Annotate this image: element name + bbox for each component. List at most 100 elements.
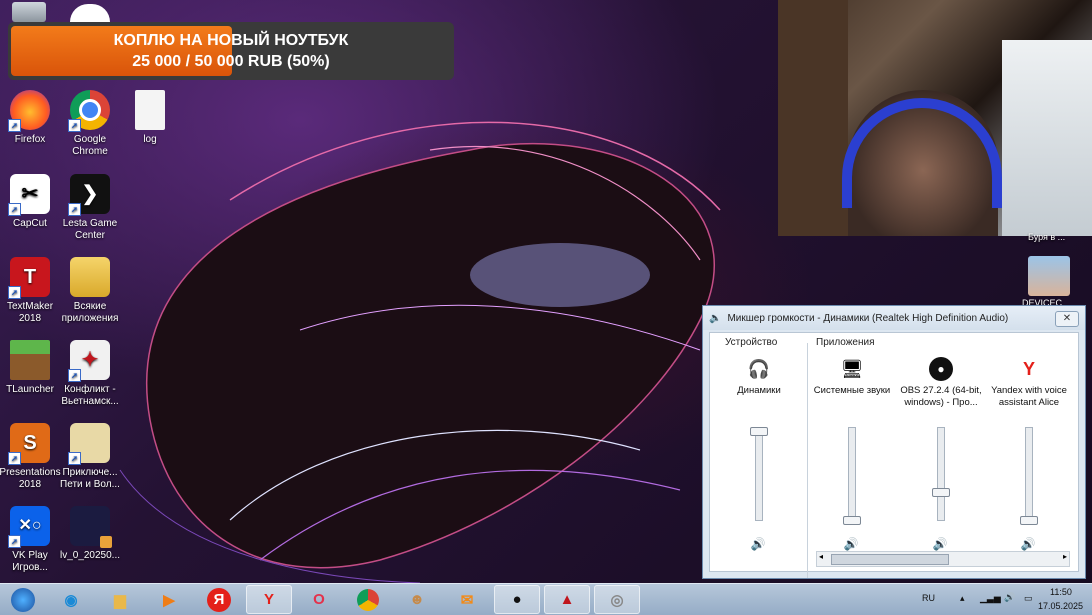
game-icon: ✦ ➚ xyxy=(68,340,110,382)
scrollbar-thumb[interactable] xyxy=(831,554,949,565)
volume-track[interactable] xyxy=(848,427,856,521)
desktop-icon-capcut[interactable]: ✂ ➚ CapCut xyxy=(0,174,61,230)
yandex-icon: Y xyxy=(1022,358,1035,379)
taskbar-yandex[interactable]: Я xyxy=(196,585,242,614)
edge-icon: ◉ xyxy=(64,591,78,609)
yandex-browser-icon: Y xyxy=(263,591,274,608)
mixer-body: Устройство Приложения 🎧 Динамики 🔊 🖥 Сис… xyxy=(709,332,1079,578)
donation-title: КОПЛЮ НА НОВЫЙ НОУТБУК xyxy=(113,32,349,49)
desktop-icon-conflict[interactable]: ✦ ➚ Конфликт - Вьетнамск... xyxy=(59,340,121,408)
chrome-icon: ➚ xyxy=(68,90,110,132)
webcam-overlay xyxy=(778,0,1092,236)
taskbar-obs[interactable]: ● xyxy=(494,585,540,614)
scroll-right-icon[interactable]: ▸ xyxy=(1063,552,1067,561)
desktop-icon-video[interactable]: lv_0_20250... xyxy=(59,506,121,562)
taskbar-audio[interactable]: ◎ xyxy=(594,585,640,614)
taskbar-media-player[interactable]: ▶ xyxy=(146,585,192,614)
lesta-icon: ▲ xyxy=(559,591,575,608)
taskbar-opera[interactable]: O xyxy=(296,585,342,614)
volume-track[interactable] xyxy=(1025,427,1033,521)
desktop-icon-chrome[interactable]: ➚ Google Chrome xyxy=(59,90,121,158)
desktop-icon-label: TLauncher xyxy=(6,384,54,395)
desktop-icon-presentations[interactable]: S ➚ Presentations 2018 xyxy=(0,423,61,491)
recycle-bin-icon[interactable] xyxy=(12,2,46,22)
mixer-titlebar[interactable]: 🔈 Микшер громкости - Динамики (Realtek H… xyxy=(703,306,1085,330)
mixer-title: Микшер громкости - Динамики (Realtek Hig… xyxy=(727,312,1009,324)
opera-icon: O xyxy=(313,591,325,608)
audio-icon: ◎ xyxy=(610,591,624,609)
scroll-left-icon[interactable]: ◂ xyxy=(819,552,823,561)
channel-speakers: 🎧 Динамики 🔊 xyxy=(715,353,803,553)
document-icon xyxy=(135,90,165,130)
volume-track[interactable] xyxy=(937,427,945,521)
taskbar: ◉ ▆ ▶ Я Y O ☻ ✉ ● ▲ ◎ RU ▴ ▁▃▅ 🔊 ▭ 11:50… xyxy=(0,583,1092,615)
channel-name: Yandex with voice assistant Alice xyxy=(991,385,1067,408)
headset-icon: 🎧 xyxy=(747,358,771,379)
battery-icon[interactable]: ▭ xyxy=(1024,593,1033,604)
game-icon: ➚ xyxy=(68,423,110,465)
desktop-icon-textmaker[interactable]: T ➚ TextMaker 2018 xyxy=(0,257,61,325)
desktop-icon-label: Firefox xyxy=(14,134,46,145)
volume-slider-thumb[interactable] xyxy=(750,427,768,436)
clock-date[interactable]: 17.05.2025 xyxy=(1038,601,1083,611)
desktop-icon-adventures[interactable]: ➚ Приключе... Пети и Вол... xyxy=(59,423,121,491)
close-button[interactable]: ✕ xyxy=(1055,311,1079,327)
webcam-door xyxy=(778,0,848,236)
channel-yandex: Y Yandex with voice assistant Alice 🔊 xyxy=(985,353,1073,553)
desktop-icon-log[interactable]: log xyxy=(119,90,181,146)
minecraft-icon xyxy=(10,340,50,380)
taskbar-lesta[interactable]: ▲ xyxy=(544,585,590,614)
device-group-label: Устройство xyxy=(725,337,778,348)
right-edge-avatar-icon[interactable] xyxy=(1028,256,1070,296)
desktop-icon-label: CapCut xyxy=(13,218,47,229)
start-button[interactable] xyxy=(0,585,46,614)
apps-group-label: Приложения xyxy=(816,337,875,348)
desktop-icon-label: Конфликт - Вьетнамск... xyxy=(61,384,119,407)
donation-progress-text: 25 000 / 50 000 RUB (50%) xyxy=(132,53,330,70)
desktop-icon-label: Всякие приложения xyxy=(61,301,119,324)
mute-speaker-icon[interactable]: 🔊 xyxy=(1019,537,1037,551)
monitor-speaker-icon: 🖥 xyxy=(840,358,864,379)
volume-mixer-window[interactable]: 🔈 Микшер громкости - Динамики (Realtek H… xyxy=(702,305,1086,579)
chrome-icon xyxy=(357,588,379,611)
mute-speaker-icon[interactable]: 🔊 xyxy=(842,537,860,551)
media-player-icon: ▶ xyxy=(163,591,175,609)
desktop-icon-vkplay[interactable]: ✕○ ➚ VK Play Игров... xyxy=(0,506,61,574)
volume-icon[interactable]: 🔊 xyxy=(1004,592,1015,603)
speaker-icon: 🔈 xyxy=(709,312,722,324)
start-orb-icon xyxy=(11,587,35,612)
desktop-icon-label: VK Play Игров... xyxy=(12,550,48,573)
taskbar-yandex-browser[interactable]: Y xyxy=(246,585,292,614)
taskbar-chrome[interactable] xyxy=(345,585,391,614)
network-icon[interactable]: ▁▃▅ xyxy=(980,593,1001,604)
obs-icon: ● xyxy=(929,357,953,381)
volume-slider-thumb[interactable] xyxy=(1020,516,1038,525)
desktop-icon-tlauncher[interactable]: TLauncher xyxy=(0,340,61,396)
volume-slider-thumb[interactable] xyxy=(932,488,950,497)
desktop-icon-firefox[interactable]: ➚ Firefox xyxy=(0,90,61,146)
obs-icon: ● xyxy=(512,591,522,608)
taskbar-mail[interactable]: ✉ xyxy=(444,585,490,614)
desktop-icon-label: log xyxy=(143,134,157,145)
desktop-icon-label: TextMaker 2018 xyxy=(6,301,54,324)
taskbar-explorer[interactable]: ▆ xyxy=(97,585,143,614)
right-edge-label-1: Буря в ... xyxy=(1028,232,1066,242)
taskbar-edge[interactable]: ◉ xyxy=(48,585,94,614)
volume-track[interactable] xyxy=(755,427,763,521)
presentations-icon: S ➚ xyxy=(8,423,50,465)
mute-speaker-icon[interactable]: 🔊 xyxy=(931,537,949,551)
mute-speaker-icon[interactable]: 🔊 xyxy=(749,537,767,551)
desktop-icon-lesta[interactable]: ❯ ➚ Lesta Game Center xyxy=(59,174,121,242)
capcut-icon: ✂ ➚ xyxy=(8,174,50,216)
tray-expand-icon[interactable]: ▴ xyxy=(960,593,965,604)
language-indicator[interactable]: RU xyxy=(922,593,935,603)
clock-time[interactable]: 11:50 xyxy=(1050,587,1072,597)
taskbar-game[interactable]: ☻ xyxy=(394,585,440,614)
volume-slider-thumb[interactable] xyxy=(843,516,861,525)
desktop-icon-folder[interactable]: Всякие приложения xyxy=(59,257,121,325)
lesta-icon: ❯ ➚ xyxy=(68,174,110,216)
horizontal-scrollbar[interactable]: ◂ ▸ xyxy=(816,551,1070,567)
channel-name: Динамики xyxy=(737,385,781,396)
channel-obs: ● OBS 27.2.4 (64-bit, windows) - Про... … xyxy=(897,353,985,553)
webcam-window xyxy=(1002,40,1092,236)
